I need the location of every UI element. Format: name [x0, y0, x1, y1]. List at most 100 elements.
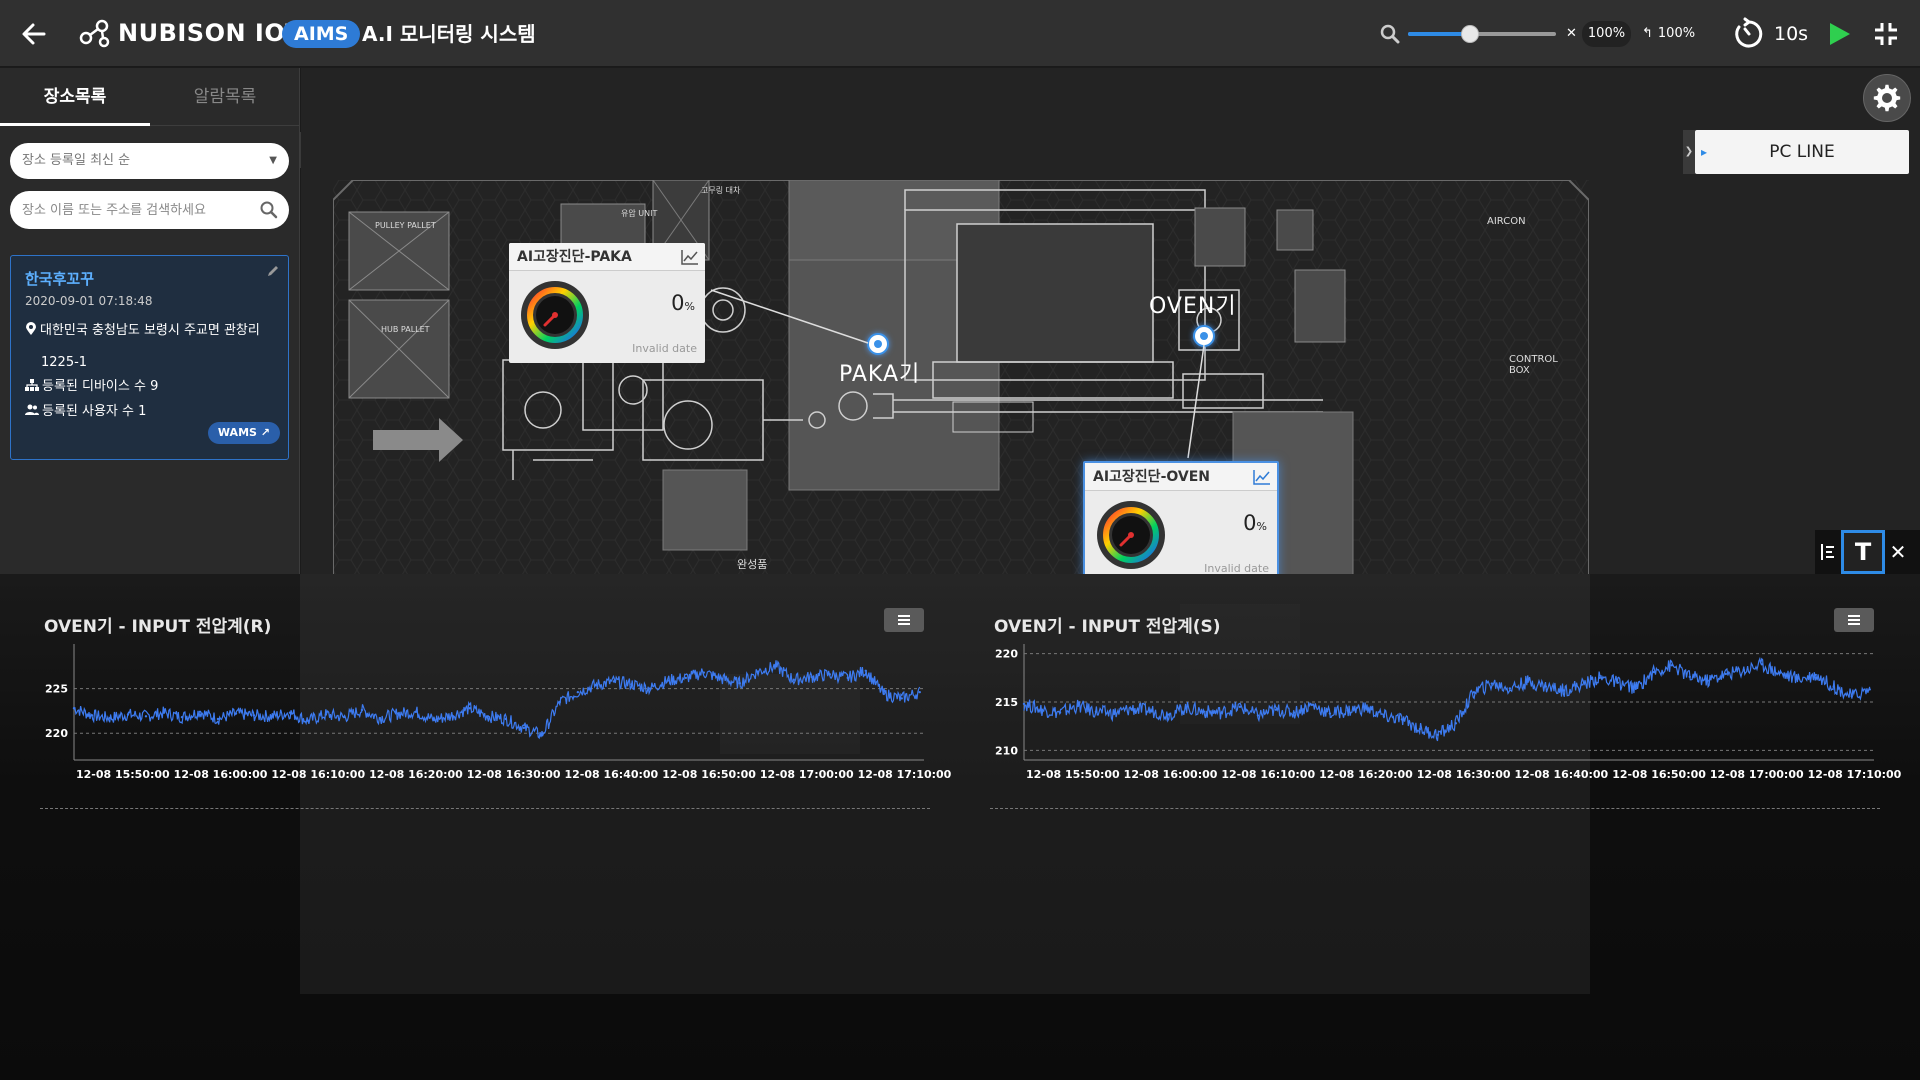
data-point — [378, 716, 382, 720]
search-icon[interactable] — [259, 200, 279, 220]
data-point — [1688, 675, 1692, 679]
floor-plan-drawing — [333, 180, 1589, 574]
scale-y-value: 100% — [1657, 26, 1696, 41]
refresh-interval[interactable]: 10s — [1774, 20, 1808, 48]
gauge-icon — [521, 281, 589, 349]
place-registered-date: 2020-09-01 07:18:48 — [25, 294, 153, 308]
x-tick-label: 12-08 15:50:00 — [76, 768, 170, 781]
data-point — [1256, 714, 1260, 717]
zoom-slider-handle[interactable] — [1461, 25, 1480, 43]
floor-map[interactable]: PULLEY PALLET HUB PALLET 유압 UNIT 고무링 대차 … — [301, 68, 1920, 574]
area-label-aircon: AIRCON — [1487, 216, 1526, 227]
x-tick-label: 12-08 16:20:00 — [369, 768, 463, 781]
data-point — [108, 716, 112, 720]
close-icon[interactable]: ✕ — [1885, 530, 1911, 574]
chart-r-divider — [40, 808, 930, 809]
x-tick-label: 12-08 16:10:00 — [271, 768, 365, 781]
align-left-icon[interactable] — [1815, 530, 1841, 574]
line-panel-toggle[interactable]: ❯ — [1683, 130, 1695, 174]
sort-select-value: 장소 등록일 최신 순 — [22, 153, 131, 168]
data-point — [1310, 703, 1314, 707]
x-tick-label: 12-08 16:00:00 — [1124, 768, 1218, 781]
area-label-cart: 고무링 대차 — [701, 186, 741, 195]
data-point — [1292, 711, 1296, 714]
widget-oven-unit: % — [1256, 520, 1267, 533]
top-bar: NUBISON IOT AIMS A.I 모니터링 시스템 ✕ 100% ↰ 1… — [0, 0, 1920, 67]
chart-s-plot[interactable]: 21021522012-08 15:50:00 12-08 16:00:00 12-… — [990, 644, 1902, 781]
data-point — [1562, 689, 1566, 692]
area-label-hub-pallet: HUB PALLET — [381, 325, 430, 334]
machine-pin-paka[interactable] — [867, 333, 889, 355]
search-input[interactable] — [10, 191, 250, 229]
line-chart-icon[interactable] — [1253, 469, 1271, 485]
data-point — [1346, 709, 1350, 712]
exit-fullscreen-icon[interactable] — [1872, 20, 1900, 48]
caret-right-icon: ▸ — [1701, 145, 1708, 159]
search-box — [10, 191, 289, 229]
x-tick-label: 12-08 17:00:00 — [760, 768, 854, 781]
data-point — [1724, 672, 1727, 676]
data-point — [1454, 722, 1458, 725]
data-point — [1328, 712, 1332, 715]
hamburger-menu-icon — [898, 615, 910, 625]
wams-link-button[interactable]: WAMS ↗ — [207, 422, 280, 444]
data-point — [1796, 677, 1799, 680]
data-point — [720, 677, 724, 680]
chart-r-menu-button[interactable] — [884, 608, 924, 632]
x-tick-label: 12-08 16:40:00 — [1514, 768, 1608, 781]
data-point — [1868, 688, 1871, 691]
x-tick-label: 12-08 16:50:00 — [1612, 768, 1706, 781]
x-tick-label: 12-08 16:00:00 — [174, 768, 268, 781]
machine-pin-oven[interactable] — [1193, 325, 1215, 347]
data-point — [1274, 708, 1278, 711]
settings-button[interactable] — [1863, 74, 1911, 122]
data-point — [846, 676, 849, 680]
data-point — [1076, 704, 1080, 708]
place-address-line-2: 1225-1 — [41, 355, 88, 370]
x-tick-label: 12-08 17:10:00 — [1808, 768, 1902, 781]
line-select-panel[interactable]: ▸ PC LINE — [1695, 130, 1909, 174]
widget-paka[interactable]: AI고장진단-PAKA 0% Invalid date — [509, 243, 705, 363]
data-point — [540, 733, 544, 737]
play-icon[interactable] — [1826, 20, 1852, 48]
area-label-unit: 유압 UNIT — [621, 209, 658, 218]
data-point — [1490, 682, 1494, 685]
data-point — [1580, 683, 1584, 686]
caret-down-icon: ▼ — [269, 155, 277, 166]
place-address: 대한민국 충청남도 보령시 주교면 관창리 — [25, 319, 260, 338]
tab-places[interactable]: 장소목록 — [0, 68, 150, 126]
data-point — [1652, 670, 1656, 674]
data-point — [1814, 673, 1817, 677]
edit-pencil-icon[interactable] — [266, 264, 280, 278]
data-point — [1058, 711, 1062, 714]
data-point — [918, 690, 921, 694]
back-arrow-icon[interactable] — [18, 18, 50, 50]
scale-y-readout: ↰ 100% — [1642, 21, 1695, 47]
tab-alarms[interactable]: 알람목록 — [150, 68, 300, 126]
data-point — [1040, 708, 1044, 711]
text-tool-button[interactable]: T — [1841, 530, 1885, 574]
sort-select[interactable]: 장소 등록일 최신 순 ▼ — [10, 143, 289, 179]
refresh-timer-icon[interactable] — [1732, 16, 1766, 50]
gear-icon — [1873, 84, 1901, 112]
place-card[interactable]: 한국후꼬꾸 2020-09-01 07:18:48 대한민국 충청남도 보령시 … — [10, 255, 289, 460]
x-tick-label: 12-08 16:30:00 — [467, 768, 561, 781]
data-point — [234, 712, 238, 715]
line-chart-icon[interactable] — [681, 249, 699, 265]
data-point — [612, 680, 616, 683]
zoom-slider[interactable] — [1408, 25, 1556, 43]
place-devices: 등록된 디바이스 수 9 — [25, 375, 158, 394]
hamburger-menu-icon — [1848, 615, 1860, 625]
zoom-icon — [1380, 24, 1400, 44]
chart-s-menu-button[interactable] — [1834, 608, 1874, 632]
data-point — [702, 671, 706, 674]
place-name[interactable]: 한국후꼬꾸 — [25, 268, 94, 289]
close-x-icon: ✕ — [1566, 26, 1577, 41]
chart-r-title: OVEN기 - INPUT 전압계(R) — [44, 617, 272, 637]
place-users-text: 등록된 사용자 수 1 — [42, 404, 147, 419]
chart-r-plot[interactable]: 22022512-08 15:50:00 12-08 16:00:00 12-08 … — [40, 644, 952, 781]
widget-oven[interactable]: AI고장진단-OVEN 0% Invalid date — [1083, 461, 1279, 574]
data-point — [1094, 710, 1098, 713]
logo-text: NUBISON IOT — [118, 19, 303, 47]
data-point — [72, 707, 76, 710]
